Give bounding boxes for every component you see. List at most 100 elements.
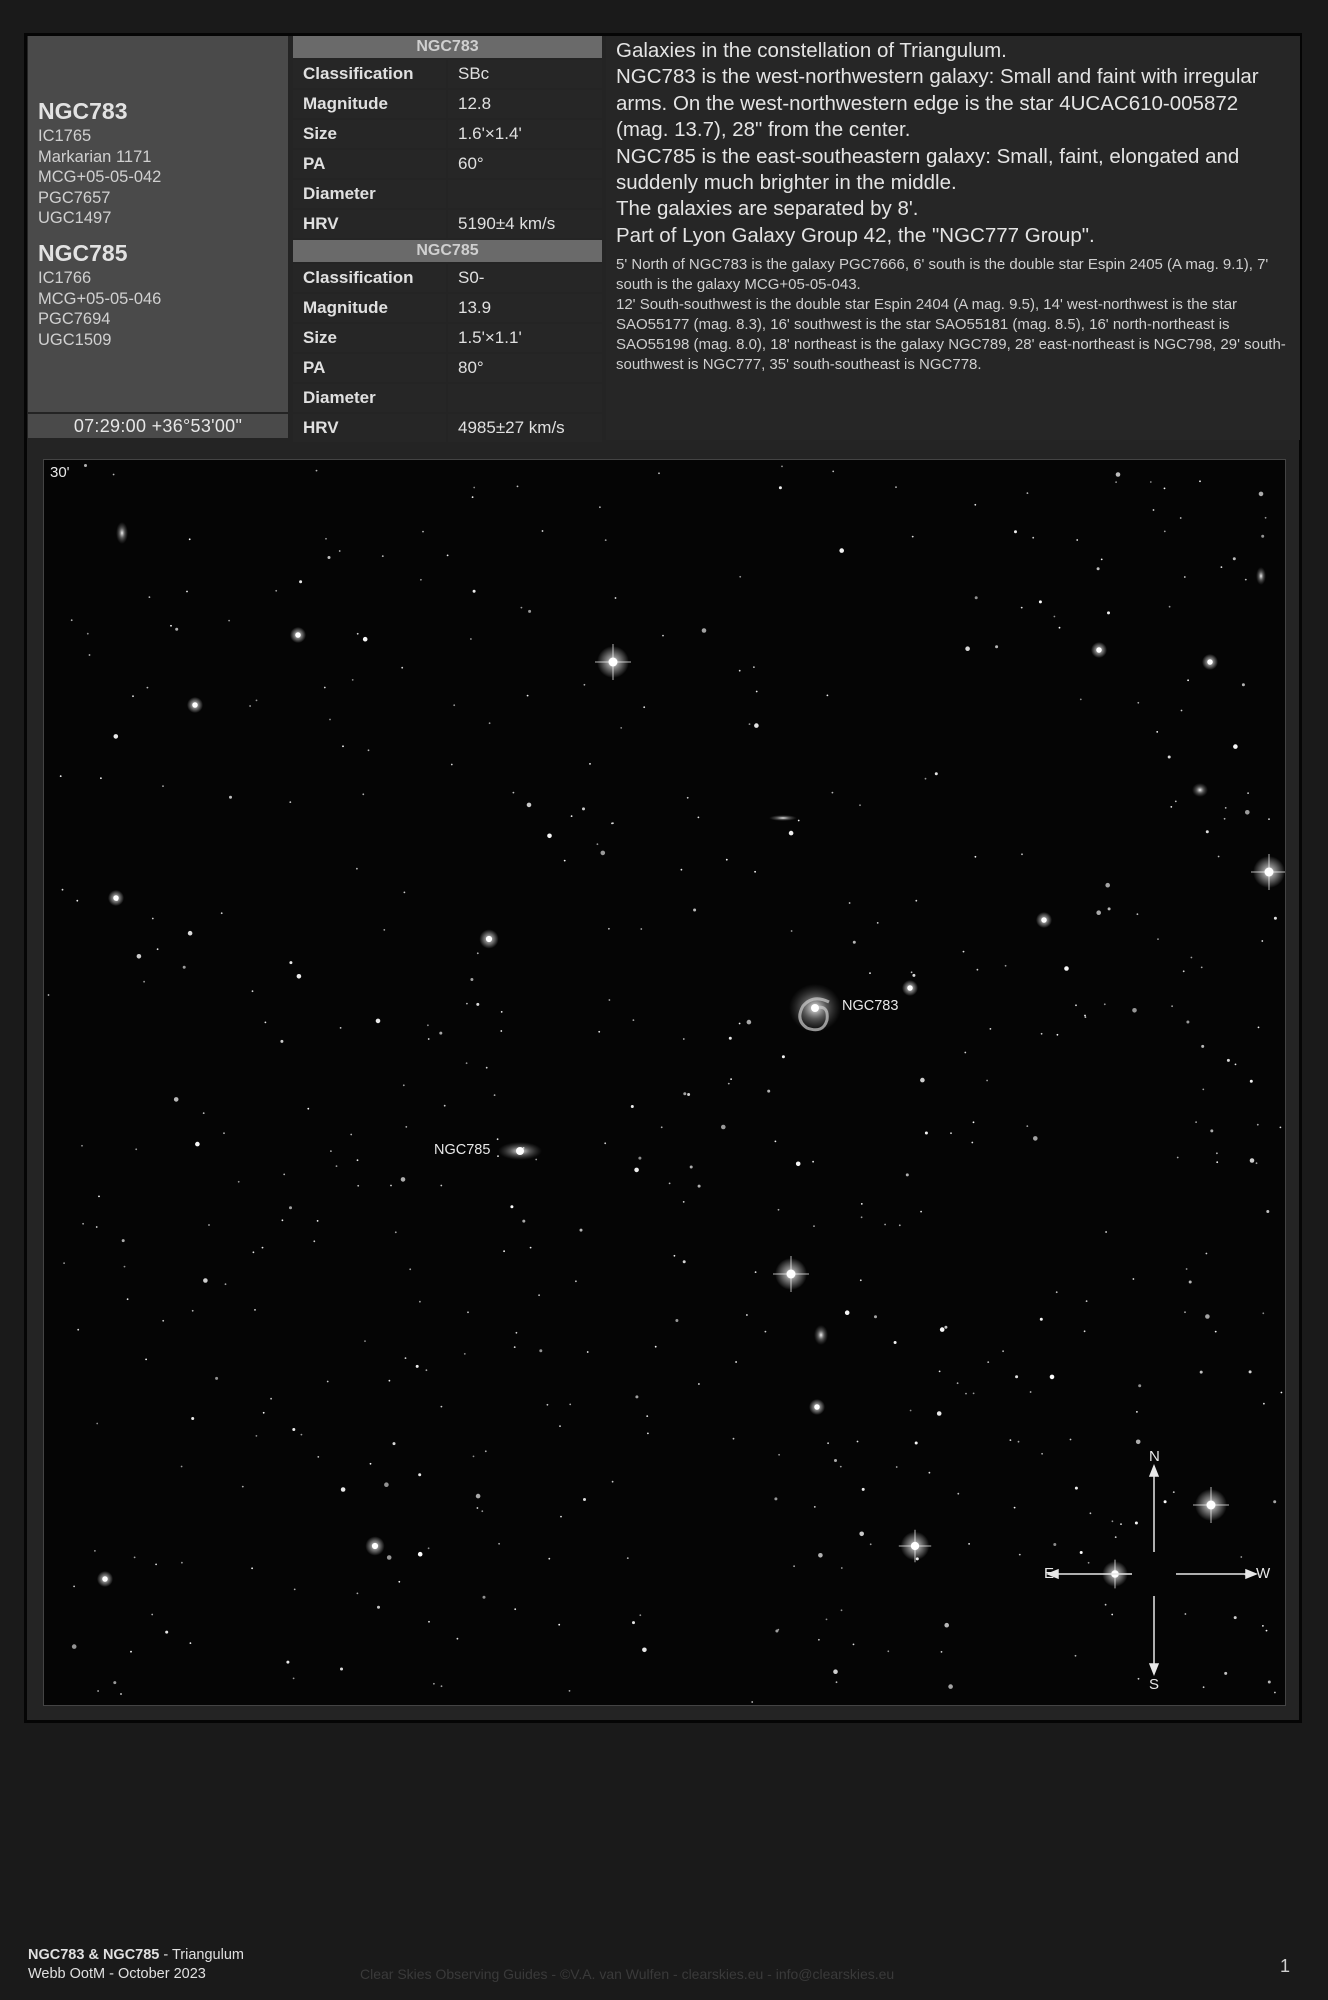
star xyxy=(513,1346,516,1348)
star xyxy=(289,1206,292,1210)
star xyxy=(356,1159,359,1162)
star xyxy=(915,899,918,902)
star xyxy=(920,1210,922,1213)
star xyxy=(974,596,978,600)
star xyxy=(251,1567,254,1570)
star xyxy=(71,1644,77,1649)
star xyxy=(293,1588,296,1591)
star xyxy=(1245,810,1250,815)
star xyxy=(635,1395,639,1399)
star xyxy=(440,1184,443,1187)
star xyxy=(778,1453,780,1456)
star xyxy=(484,1450,487,1453)
bright-star xyxy=(1036,912,1052,928)
star xyxy=(1241,683,1245,687)
star xyxy=(940,1651,943,1653)
star xyxy=(443,1104,446,1107)
star xyxy=(440,1405,443,1408)
star xyxy=(827,1442,829,1445)
star xyxy=(84,464,87,467)
star xyxy=(187,930,193,936)
star xyxy=(869,1543,872,1546)
star xyxy=(910,971,913,974)
star xyxy=(924,777,927,780)
description-paragraph: Galaxies in the constellation of Triangu… xyxy=(616,39,1007,62)
star-field-svg xyxy=(47,464,1285,1703)
star xyxy=(971,1141,974,1144)
star xyxy=(472,1455,475,1458)
star xyxy=(456,1637,459,1640)
star xyxy=(261,1246,264,1249)
table-row: HRV 5190±4 km/s xyxy=(293,210,602,238)
table-value xyxy=(448,180,602,208)
star xyxy=(1115,481,1117,483)
alias: IC1765 xyxy=(38,127,92,145)
star xyxy=(1263,1402,1265,1405)
table-value: 80° xyxy=(448,354,602,382)
star xyxy=(471,496,474,498)
table-row: Size 1.6'×1.4' xyxy=(293,120,602,148)
star xyxy=(639,1614,642,1617)
star xyxy=(453,704,456,707)
star xyxy=(1247,792,1249,794)
star xyxy=(307,1107,310,1110)
star xyxy=(130,1650,132,1653)
star xyxy=(1233,1616,1237,1620)
star xyxy=(476,1002,480,1006)
table-row: Magnitude 12.8 xyxy=(293,90,602,118)
star xyxy=(1188,1280,1192,1284)
star xyxy=(1021,853,1023,856)
star xyxy=(781,465,783,468)
star xyxy=(342,745,344,748)
star xyxy=(579,1228,583,1232)
star xyxy=(224,1283,227,1286)
star xyxy=(420,578,422,581)
star xyxy=(465,1062,468,1065)
star xyxy=(697,816,700,819)
star xyxy=(604,539,607,541)
star xyxy=(1089,1512,1092,1515)
star xyxy=(433,1682,435,1685)
star xyxy=(249,705,252,707)
star xyxy=(516,485,519,488)
star xyxy=(1105,882,1110,888)
star xyxy=(316,1220,319,1222)
star xyxy=(356,1592,359,1595)
star xyxy=(895,1466,898,1468)
star xyxy=(186,590,188,593)
star xyxy=(112,473,115,476)
star xyxy=(632,1019,635,1021)
star xyxy=(600,850,606,856)
star xyxy=(1182,970,1185,973)
star xyxy=(643,706,646,709)
star xyxy=(223,1132,225,1135)
table-row: Diameter xyxy=(293,384,602,412)
description-paragraph: Part of Lyon Galaxy Group 42, the "NGC77… xyxy=(616,223,1095,247)
star xyxy=(589,763,591,765)
star xyxy=(241,1485,244,1488)
star xyxy=(1033,1136,1038,1141)
star xyxy=(1107,611,1110,615)
star xyxy=(630,1105,634,1108)
star xyxy=(1075,1004,1077,1007)
small-galaxy xyxy=(1256,567,1266,585)
star xyxy=(563,859,566,862)
star xyxy=(496,1138,499,1141)
star xyxy=(1026,1125,1029,1127)
table-value: 1.6'×1.4' xyxy=(448,120,602,148)
star xyxy=(340,1667,343,1671)
star xyxy=(611,1480,614,1483)
alias: UGC1509 xyxy=(38,330,112,349)
star xyxy=(1079,698,1082,701)
star xyxy=(1083,1330,1086,1333)
star xyxy=(481,1510,484,1513)
star xyxy=(356,867,358,870)
table-key: HRV xyxy=(293,414,446,442)
star xyxy=(1136,913,1139,916)
star xyxy=(654,1345,657,1348)
star xyxy=(133,1556,136,1559)
star xyxy=(1013,1506,1016,1509)
star xyxy=(364,1340,366,1342)
star xyxy=(63,1262,65,1264)
star xyxy=(738,669,741,672)
